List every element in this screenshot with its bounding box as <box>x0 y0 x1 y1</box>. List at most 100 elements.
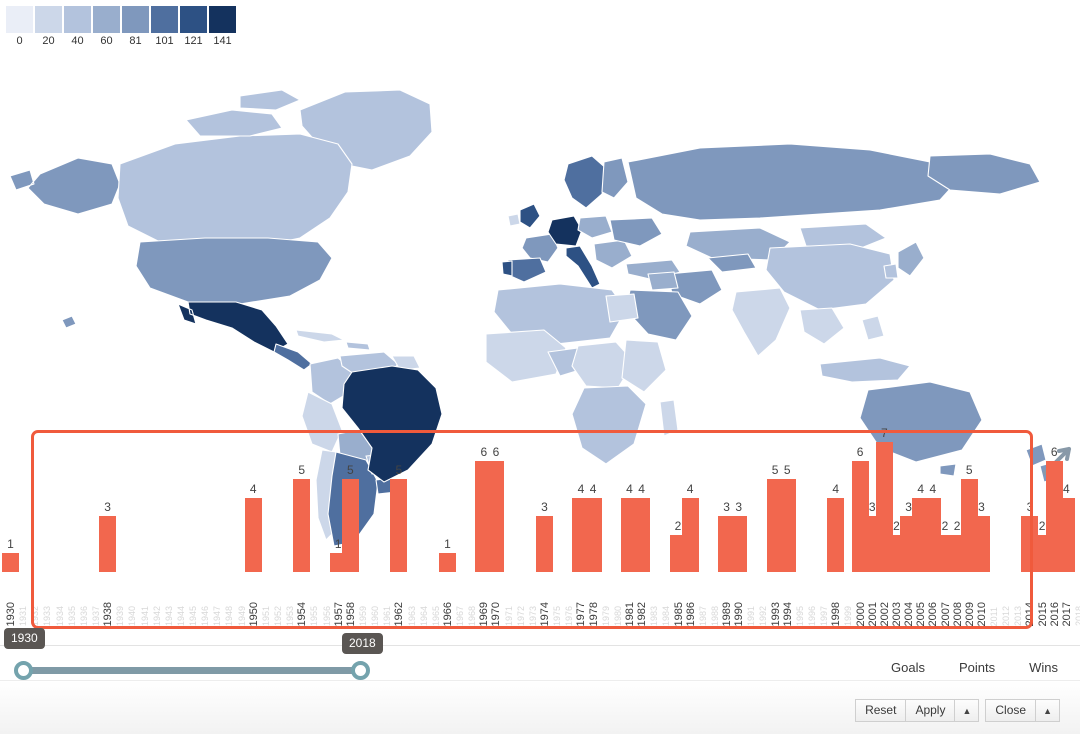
bar-1974[interactable] <box>536 516 553 572</box>
bar-1978[interactable] <box>584 498 602 572</box>
axis-tick-1978[interactable]: 1978 <box>588 602 600 626</box>
bar-1994[interactable] <box>778 479 796 572</box>
apply-dropdown-caret-icon[interactable]: ▲ <box>954 699 980 722</box>
bar-1966[interactable] <box>438 553 456 572</box>
axis-tick-1969[interactable]: 1969 <box>478 602 490 626</box>
axis-tick-faded: 2012 <box>1001 605 1012 626</box>
axis-tick-faded: 1936 <box>78 605 89 626</box>
axis-tick-faded: 1971 <box>503 605 514 626</box>
axis-tick-1962[interactable]: 1962 <box>393 602 405 626</box>
axis-tick-faded: 1984 <box>661 605 672 626</box>
axis-tick-2006[interactable]: 2006 <box>927 602 939 626</box>
axis-tick-2010[interactable]: 2010 <box>976 602 988 626</box>
slider-handle-end[interactable] <box>351 661 370 680</box>
axis-tick-1954[interactable]: 1954 <box>296 602 308 626</box>
bar-1938[interactable] <box>99 516 117 572</box>
axis-tick-1981[interactable]: 1981 <box>624 602 636 626</box>
axis-tick-faded: 1975 <box>552 605 563 626</box>
axis-tick-1994[interactable]: 1994 <box>782 602 794 626</box>
axis-tick-1957[interactable]: 1957 <box>333 602 345 626</box>
legend-label: 81 <box>129 35 142 47</box>
slider-handle-start[interactable] <box>14 661 33 680</box>
axis-tick-2016[interactable]: 2016 <box>1049 602 1061 626</box>
axis-tick-2014[interactable]: 2014 <box>1024 602 1036 626</box>
bar-1930[interactable] <box>2 553 19 572</box>
axis-tick-2008[interactable]: 2008 <box>952 602 964 626</box>
axis-tick-faded: 1999 <box>843 605 854 626</box>
bar-1990[interactable] <box>730 516 748 572</box>
axis-tick-1977[interactable]: 1977 <box>575 602 587 626</box>
legend-label: 60 <box>100 35 113 47</box>
axis-tick-2007[interactable]: 2007 <box>940 602 952 626</box>
metric-wins[interactable]: Wins <box>1029 660 1058 675</box>
axis-tick-faded: 1934 <box>54 605 65 626</box>
axis-tick-2005[interactable]: 2005 <box>915 602 927 626</box>
legend-swatch <box>122 6 149 33</box>
metric-selector-row: Goals Points Wins <box>891 660 1058 675</box>
visualization-root: 0 20 40 60 81 101 121 141 1931 1932 1933… <box>0 0 1080 734</box>
country-ireland <box>507 213 521 227</box>
axis-tick-1986[interactable]: 1986 <box>685 602 697 626</box>
axis-tick-1974[interactable]: 1974 <box>539 602 551 626</box>
axis-tick-1998[interactable]: 1998 <box>830 602 842 626</box>
country-canada <box>117 133 353 249</box>
bar-1986[interactable] <box>681 498 699 572</box>
axis-tick-2002[interactable]: 2002 <box>879 602 891 626</box>
country-finland <box>601 157 629 199</box>
axis-tick-faded: 1983 <box>649 605 660 626</box>
axis-tick-faded: 1935 <box>66 605 77 626</box>
axis-tick-2003[interactable]: 2003 <box>891 602 903 626</box>
axis-tick-1950[interactable]: 1950 <box>248 602 260 626</box>
action-button-row: Reset Apply ▲ Close ▲ <box>855 699 1060 722</box>
country-alaska <box>9 157 121 215</box>
bar-1954[interactable] <box>293 479 311 572</box>
axis-tick-1993[interactable]: 1993 <box>770 602 782 626</box>
bar-1962[interactable] <box>390 479 408 572</box>
axis-tick-1958[interactable]: 1958 <box>345 602 357 626</box>
metric-goals[interactable]: Goals <box>891 660 925 675</box>
bar-2010[interactable] <box>972 516 990 572</box>
reset-button[interactable]: Reset <box>855 699 907 722</box>
axis-tick-faded: 1992 <box>758 605 769 626</box>
axis-tick-faded: 1965 <box>430 605 441 626</box>
axis-tick-faded: 1995 <box>794 605 805 626</box>
bar-value-label-1950: 4 <box>249 482 257 496</box>
axis-tick-2017[interactable]: 2017 <box>1061 602 1073 626</box>
axis-tick-1970[interactable]: 1970 <box>490 602 502 626</box>
legend-stop-0: 0 <box>6 6 33 47</box>
legend-swatch <box>64 6 91 33</box>
close-button[interactable]: Close <box>985 699 1037 722</box>
slider-track[interactable] <box>22 667 360 674</box>
axis-tick-2015[interactable]: 2015 <box>1037 602 1049 626</box>
axis-tick-1982[interactable]: 1982 <box>636 602 648 626</box>
close-dropdown-caret-icon[interactable]: ▲ <box>1035 699 1060 722</box>
axis-tick-2004[interactable]: 2004 <box>903 602 915 626</box>
bar-2017[interactable] <box>1057 498 1075 572</box>
axis-tick-2001[interactable]: 2001 <box>867 602 879 626</box>
axis-tick-1938[interactable]: 1938 <box>102 602 114 626</box>
bar-1950[interactable] <box>244 498 262 572</box>
slider-min-tooltip: 1930 <box>4 628 45 649</box>
axis-tick-1985[interactable]: 1985 <box>673 602 685 626</box>
axis-tick-1989[interactable]: 1989 <box>721 602 733 626</box>
apply-button[interactable]: Apply <box>905 699 956 722</box>
axis-tick-1930[interactable]: 1930 <box>5 602 17 626</box>
axis-tick-1990[interactable]: 1990 <box>733 602 745 626</box>
axis-tick-faded: 1941 <box>139 605 150 626</box>
axis-tick-faded: 1951 <box>260 605 271 626</box>
axis-tick-faded: 1956 <box>321 605 332 626</box>
axis-tick-faded: 1976 <box>564 605 575 626</box>
bar-1982[interactable] <box>633 498 651 572</box>
country-poland <box>577 215 613 239</box>
axis-tick-faded: 1947 <box>212 605 223 626</box>
bar-1970[interactable] <box>487 461 505 572</box>
bar-1998[interactable] <box>827 498 845 572</box>
metric-points[interactable]: Points <box>959 660 995 675</box>
axis-tick-2009[interactable]: 2009 <box>964 602 976 626</box>
bar-1958[interactable] <box>341 479 359 572</box>
axis-tick-1966[interactable]: 1966 <box>442 602 454 626</box>
year-bar-chart[interactable]: 1931 1932 1933 1934 1935 1936 1937 1939 1940 1941… <box>0 427 1080 628</box>
country-indonesia <box>819 357 911 383</box>
axis-tick-2000[interactable]: 2000 <box>855 602 867 626</box>
axis-tick-faded: 1960 <box>370 605 381 626</box>
